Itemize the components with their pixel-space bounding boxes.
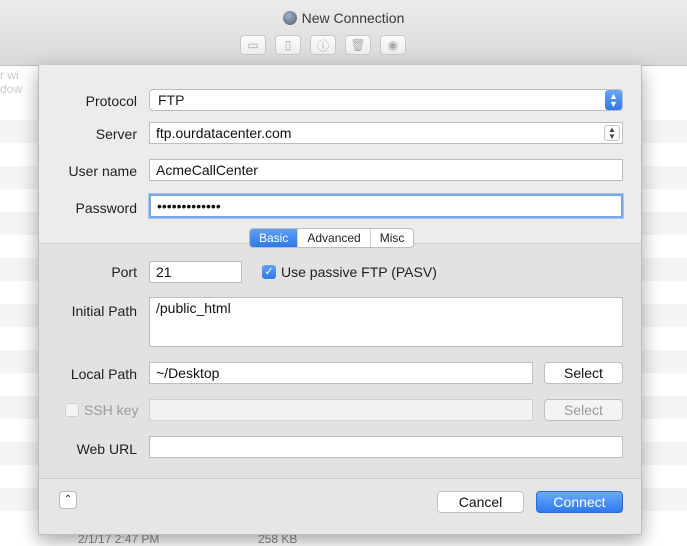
protocol-value: FTP xyxy=(158,92,185,108)
toolbar: ▭ ▯ ⓘ 🗑 ◉ xyxy=(240,35,406,55)
local-path-select-button[interactable]: Select xyxy=(544,362,623,384)
collapse-chevron-up-icon[interactable]: ⌃ xyxy=(59,491,77,509)
port-field[interactable]: 21 xyxy=(149,261,242,283)
background-text-line: dow xyxy=(0,82,23,96)
title-bar: New Connection ▭ ▯ ⓘ 🗑 ◉ xyxy=(0,0,687,66)
username-field[interactable]: AcmeCallCenter xyxy=(149,159,623,181)
new-connection-sheet: Protocol FTP ▲ ▼ Server ftp.ourdatacenter… xyxy=(38,65,642,535)
server-value: ftp.ourdatacenter.com xyxy=(156,125,292,141)
ssh-key-checkbox[interactable] xyxy=(65,403,79,417)
connect-button[interactable]: Connect xyxy=(536,491,623,513)
eye-icon[interactable]: ◉ xyxy=(380,35,406,55)
local-path-label: Local Path xyxy=(70,366,137,382)
server-combobox[interactable]: ftp.ourdatacenter.com ▲ ▼ xyxy=(149,122,623,144)
protocol-select[interactable]: FTP ▲ ▼ xyxy=(149,89,623,111)
web-url-label: Web URL xyxy=(76,441,137,457)
username-label: User name xyxy=(68,163,137,179)
ssh-key-select-button[interactable]: Select xyxy=(544,399,623,421)
background-text-line: r wi xyxy=(0,68,19,82)
passive-ftp-checkbox[interactable]: ✓ xyxy=(262,265,276,279)
window-title-text: New Connection xyxy=(301,10,405,26)
trash-icon[interactable]: 🗑 xyxy=(345,35,371,55)
web-url-field[interactable] xyxy=(149,436,623,458)
new-file-icon[interactable]: ▯ xyxy=(275,35,301,55)
initial-path-field[interactable] xyxy=(149,297,623,347)
initial-path-label: Initial Path xyxy=(71,303,137,319)
local-path-field[interactable]: ~/Desktop xyxy=(149,362,533,384)
password-field[interactable]: ••••••••••••• xyxy=(149,194,623,218)
ssh-key-label: SSH key xyxy=(84,402,139,418)
server-label: Server xyxy=(95,126,137,142)
passive-ftp-label[interactable]: Use passive FTP (PASV) xyxy=(281,264,437,280)
tab-basic[interactable]: Basic xyxy=(250,229,299,247)
tab-advanced[interactable]: Advanced xyxy=(298,229,371,247)
settings-tabs: Basic Advanced Misc xyxy=(249,228,415,248)
cancel-button[interactable]: Cancel xyxy=(437,491,524,513)
chevron-updown-icon: ▲ ▼ xyxy=(605,90,622,110)
background-file-row: 2/1/17 2:47 PM 258 KB xyxy=(0,532,687,546)
basic-tab-panel: Port 21 ✓ Use passive FTP (PASV) Initial… xyxy=(39,244,641,478)
window-title: New Connection xyxy=(0,10,687,26)
ssh-key-field[interactable] xyxy=(149,399,533,421)
tab-misc[interactable]: Misc xyxy=(371,229,414,247)
chevron-updown-icon[interactable]: ▲ ▼ xyxy=(604,125,620,141)
connection-section: Protocol FTP ▲ ▼ Server ftp.ourdatacenter… xyxy=(39,65,641,243)
info-icon[interactable]: ⓘ xyxy=(310,35,336,55)
port-label: Port xyxy=(111,264,137,280)
new-folder-icon[interactable]: ▭ xyxy=(240,35,266,55)
background-text: r wi dow xyxy=(0,68,40,96)
password-label: Password xyxy=(75,200,137,216)
globe-icon xyxy=(282,11,297,25)
protocol-label: Protocol xyxy=(85,93,137,109)
